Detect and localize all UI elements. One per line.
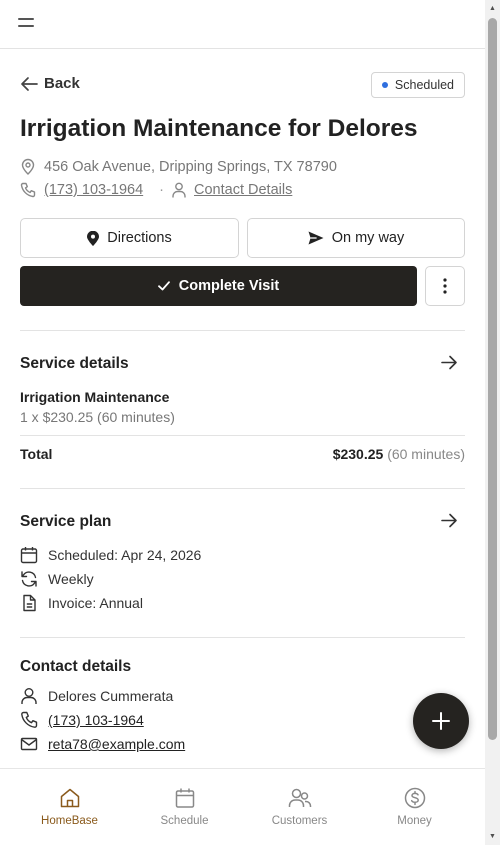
- calendar-icon: [175, 788, 194, 808]
- person-icon: [172, 182, 186, 198]
- contact-details-link[interactable]: Contact Details: [194, 182, 292, 198]
- contact-details-title: Contact details: [20, 658, 132, 675]
- arrow-right-icon[interactable]: [441, 355, 458, 370]
- on-my-way-button[interactable]: On my way: [247, 218, 465, 258]
- bottom-nav: HomeBase Schedule Customers Money: [0, 768, 485, 845]
- plan-invoice-text: Invoice: Annual: [48, 595, 143, 611]
- scroll-down-arrow-icon[interactable]: ▼: [485, 828, 500, 845]
- complete-visit-button[interactable]: Complete Visit: [20, 266, 417, 306]
- users-icon: [288, 788, 311, 807]
- send-icon: [308, 231, 324, 245]
- back-button[interactable]: Back: [20, 75, 80, 92]
- nav-customers[interactable]: Customers: [242, 769, 357, 845]
- plan-invoice-row: Invoice: Annual: [20, 594, 143, 612]
- divider: [20, 488, 465, 489]
- action-buttons: Directions On my way: [20, 218, 465, 258]
- add-fab-button[interactable]: [413, 693, 469, 749]
- address-text: 456 Oak Avenue, Dripping Springs, TX 787…: [44, 158, 337, 175]
- checkmark-icon: [157, 281, 170, 291]
- person-icon: [21, 688, 37, 704]
- nav-money[interactable]: Money: [357, 769, 472, 845]
- phone-line: (173) 103-1964 · Contact Details: [20, 182, 292, 198]
- plan-scheduled-text: Scheduled: Apr 24, 2026: [48, 547, 202, 563]
- complete-visit-label: Complete Visit: [178, 278, 280, 294]
- divider: [20, 435, 465, 436]
- envelope-icon: [20, 737, 38, 751]
- divider: [20, 637, 465, 638]
- on-my-way-label: On my way: [331, 230, 405, 246]
- more-options-button[interactable]: [425, 266, 465, 306]
- document-icon: [23, 594, 36, 612]
- plus-icon: [432, 712, 450, 730]
- contact-email-row: reta78@example.com: [20, 735, 185, 753]
- total-label: Total: [20, 446, 53, 462]
- total-amount: $230.25: [332, 446, 384, 462]
- top-bar: [0, 0, 485, 49]
- service-item-name: Irrigation Maintenance: [20, 389, 170, 405]
- plan-scheduled-row: Scheduled: Apr 24, 2026: [20, 546, 201, 564]
- contact-email-link[interactable]: reta78@example.com: [48, 736, 185, 752]
- contact-name-row: Delores Cummerata: [20, 687, 173, 705]
- nav-label-customers: Customers: [271, 815, 328, 827]
- total-value: $230.25 (60 minutes): [333, 446, 465, 462]
- hamburger-icon[interactable]: [18, 16, 36, 30]
- back-label: Back: [44, 75, 80, 92]
- map-pin-icon: [87, 230, 100, 246]
- service-details-title: Service details: [20, 355, 129, 372]
- status-dot: [381, 82, 388, 88]
- address-line: 456 Oak Avenue, Dripping Springs, TX 787…: [20, 158, 337, 175]
- status-badge: Scheduled: [370, 72, 465, 98]
- plan-frequency-text: Weekly: [48, 571, 94, 587]
- separator-dot: ·: [159, 182, 165, 198]
- complete-row: Complete Visit: [20, 266, 465, 306]
- scroll-up-arrow-icon[interactable]: ▲: [485, 0, 500, 17]
- phone-link[interactable]: (173) 103-1964: [44, 182, 143, 198]
- phone-icon: [21, 711, 38, 728]
- location-pin-icon: [21, 158, 35, 175]
- contact-phone-row: (173) 103-1964: [20, 711, 144, 729]
- arrow-right-icon[interactable]: [441, 513, 458, 528]
- page-title: Irrigation Maintenance for Delores: [20, 115, 418, 142]
- nav-label-schedule: Schedule: [160, 815, 209, 827]
- nav-homebase[interactable]: HomeBase: [12, 769, 127, 845]
- service-item-detail: 1 x $230.25 (60 minutes): [20, 409, 175, 425]
- status-label: Scheduled: [394, 78, 454, 92]
- dollar-icon: [404, 787, 425, 809]
- nav-label-money: Money: [397, 815, 432, 827]
- service-plan-title: Service plan: [20, 513, 112, 530]
- home-icon: [60, 788, 79, 808]
- more-vertical-icon: [443, 278, 447, 294]
- contact-name: Delores Cummerata: [48, 688, 174, 704]
- divider: [20, 330, 465, 331]
- scrollbar[interactable]: ▲ ▼: [485, 0, 500, 845]
- phone-icon: [20, 182, 36, 198]
- repeat-icon: [21, 571, 37, 587]
- plan-frequency-row: Weekly: [20, 570, 94, 588]
- back-row: Back Scheduled: [20, 72, 465, 98]
- nav-schedule[interactable]: Schedule: [127, 769, 242, 845]
- contact-phone-link[interactable]: (173) 103-1964: [48, 712, 144, 728]
- scroll-thumb[interactable]: [488, 18, 497, 740]
- directions-button[interactable]: Directions: [20, 218, 239, 258]
- calendar-icon: [20, 547, 38, 564]
- directions-label: Directions: [107, 230, 172, 246]
- nav-label-homebase: HomeBase: [41, 815, 98, 827]
- arrow-left-icon: [21, 76, 38, 91]
- total-duration: (60 minutes): [387, 446, 465, 462]
